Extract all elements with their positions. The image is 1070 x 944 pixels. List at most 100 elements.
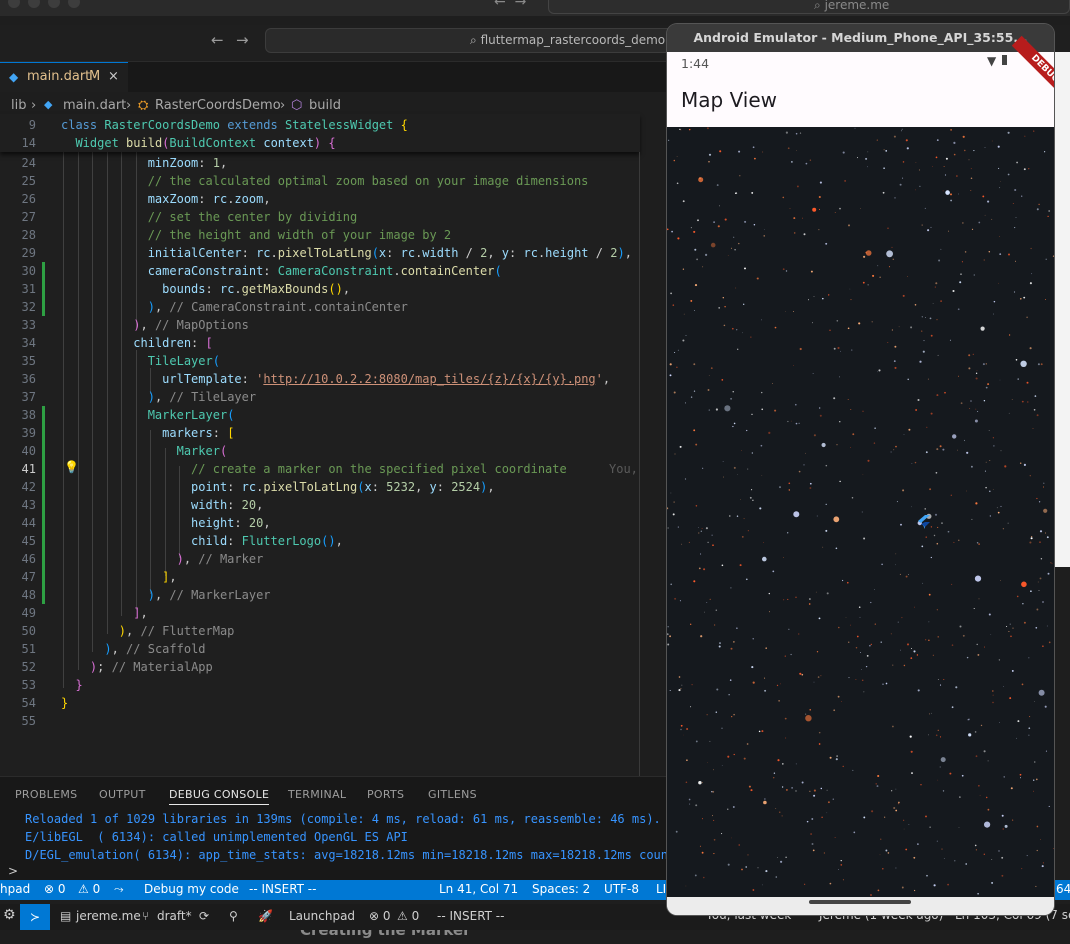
branch-name[interactable]: draft*: [157, 909, 192, 923]
git-change-marker[interactable]: [42, 406, 45, 604]
star: [974, 419, 978, 423]
git-change-marker[interactable]: [42, 262, 45, 316]
code-editor[interactable]: 24 minZoom: 1, 25 // the calculated opti…: [0, 114, 640, 776]
code-line: ), // TileLayer: [147, 390, 257, 404]
zoom-traffic-light-2[interactable]: [68, 0, 80, 8]
star: [977, 410, 979, 412]
star: [1029, 541, 1032, 544]
status-cursor-position[interactable]: Ln 41, Col 71: [439, 882, 518, 896]
star: [1039, 577, 1042, 580]
sticky-scroll[interactable]: 9 class RasterCoordsDemo extends Statele…: [0, 114, 640, 152]
tab-debug-console[interactable]: DEBUG CONSOLE: [169, 788, 270, 805]
gear-icon[interactable]: ⚙: [3, 907, 16, 923]
star: [952, 434, 957, 439]
star: [1034, 761, 1036, 763]
android-emulator-window[interactable]: Android Emulator - Medium_Phone_API_35:5…: [667, 24, 1054, 915]
tab-output[interactable]: OUTPUT: [99, 788, 146, 801]
star: [833, 347, 836, 350]
launchpad-label[interactable]: Launchpad: [289, 909, 355, 923]
star: [861, 679, 864, 682]
star: [925, 536, 927, 538]
star: [715, 408, 718, 411]
status-eol[interactable]: LI: [656, 882, 666, 896]
star: [863, 255, 866, 258]
star: [867, 459, 870, 462]
code-line: ],: [133, 606, 148, 620]
back-arrow-icon[interactable]: ←: [211, 31, 224, 49]
star: [701, 782, 703, 784]
breadcrumb-file[interactable]: main.dart: [63, 98, 126, 113]
warnings-count[interactable]: ⚠ 0: [397, 909, 419, 923]
status-encoding[interactable]: UTF-8: [604, 882, 639, 896]
zoom-traffic-light[interactable]: [48, 0, 60, 8]
flutter-logo-icon: [918, 515, 930, 529]
console-prompt[interactable]: >: [8, 864, 18, 878]
status-errors[interactable]: ⊗ 0: [44, 882, 66, 896]
star: [837, 695, 840, 698]
star: [834, 836, 836, 838]
breadcrumb-class[interactable]: RasterCoordsDemo: [155, 98, 281, 113]
phone-screen[interactable]: 1:44 ▼ DEBUG Map View: [667, 35, 1054, 915]
star-map[interactable]: [667, 127, 1054, 897]
status-debug-config[interactable]: Debug my code: [144, 882, 239, 896]
star-map-tiles[interactable]: [667, 127, 1054, 897]
minimize-traffic-light[interactable]: [28, 0, 40, 8]
flutter-logo-marker[interactable]: [918, 514, 930, 529]
tab-gitlens[interactable]: GITLENS: [428, 788, 477, 801]
status-indentation[interactable]: Spaces: 2: [532, 882, 590, 896]
star: [727, 255, 729, 256]
star: [983, 853, 985, 855]
background-nav-arrows[interactable]: ← →: [494, 0, 526, 10]
background-search-bar[interactable]: ⌕ jereme.me: [548, 0, 1070, 14]
close-icon[interactable]: ×: [108, 63, 119, 91]
debug-icon[interactable]: ⤳: [114, 882, 124, 897]
star: [674, 453, 676, 455]
star: [899, 573, 901, 575]
close-traffic-light[interactable]: [8, 0, 20, 8]
tab-problems[interactable]: PROBLEMS: [15, 788, 77, 801]
star: [930, 556, 932, 559]
remote-icon[interactable]: ≻: [20, 904, 50, 930]
home-gesture-pill[interactable]: [809, 900, 911, 904]
star: [928, 593, 931, 596]
star: [768, 592, 770, 595]
line-number: 32: [21, 300, 36, 314]
status-partial-left[interactable]: hpad: [0, 882, 30, 896]
star: [917, 689, 920, 692]
star: [966, 451, 969, 454]
star: [1011, 669, 1014, 672]
star: [1003, 686, 1004, 688]
star: [848, 224, 850, 227]
tab-ports[interactable]: PORTS: [367, 788, 404, 801]
editor-scrollbar-track[interactable]: [639, 152, 640, 776]
forward-arrow-icon[interactable]: →: [236, 31, 249, 49]
status-warnings[interactable]: ⚠ 0: [78, 882, 100, 896]
tab-terminal[interactable]: TERMINAL: [288, 788, 346, 801]
emulator-title[interactable]: Android Emulator - Medium_Phone_API_35:5…: [667, 24, 1054, 52]
star: [1000, 505, 1002, 507]
star: [805, 715, 812, 722]
command-center-search[interactable]: ⌕ fluttermap_rastercoords_demo: [265, 28, 675, 53]
git-graph-icon[interactable]: ⚲: [229, 909, 238, 923]
breadcrumb-lib[interactable]: lib: [11, 98, 26, 113]
star: [1042, 862, 1045, 864]
star: [702, 467, 704, 469]
star: [880, 838, 882, 840]
star: [917, 398, 920, 402]
breadcrumb-method[interactable]: build: [309, 98, 341, 113]
star: [984, 147, 986, 148]
star: [707, 541, 709, 544]
repo-name[interactable]: jereme.me: [76, 909, 141, 923]
line-number: 50: [21, 624, 36, 638]
tab-main-dart[interactable]: ◆ main.dart M ×: [0, 62, 128, 92]
code-line: }: [75, 678, 83, 692]
star: [959, 281, 962, 284]
star: [708, 409, 711, 411]
star: [970, 190, 972, 191]
star: [838, 626, 840, 629]
star: [937, 526, 939, 528]
sync-icon[interactable]: ⟳: [199, 909, 209, 923]
star: [793, 217, 796, 220]
errors-count[interactable]: ⊗ 0: [369, 909, 391, 923]
star: [706, 602, 708, 603]
